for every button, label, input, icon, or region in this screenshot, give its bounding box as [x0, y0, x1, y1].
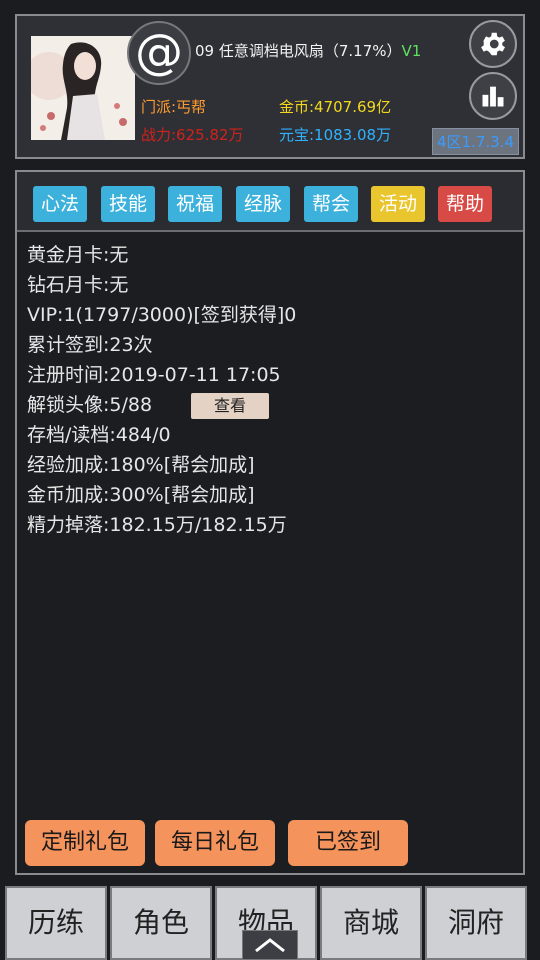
at-badge[interactable]: @ [127, 21, 191, 85]
stats-button[interactable] [469, 72, 517, 120]
energy-row: 精力掉落:182.15万/182.15万 [27, 514, 287, 536]
player-name-text: 09 任意调档电风扇（7.17%） [195, 42, 402, 60]
tab-events[interactable]: 活动 [371, 186, 426, 222]
info-list: 黄金月卡:无 钻石月卡:无 VIP:1(1797/3000)[签到获得]0 累计… [27, 240, 296, 540]
yuanbao-label: 元宝:1083.08万 [279, 126, 392, 144]
chevron-up-icon [255, 938, 285, 953]
nav-cave[interactable]: 洞府 [425, 886, 527, 960]
view-avatars-button[interactable]: 查看 [191, 393, 269, 419]
gold-card-row: 黄金月卡:无 [27, 244, 129, 266]
custom-gift-button[interactable]: 定制礼包 [25, 820, 145, 866]
tab-meridians[interactable]: 经脉 [236, 186, 291, 222]
tab-blessing[interactable]: 祝福 [168, 186, 223, 222]
avatars-row: 解锁头像:5/88 查看 [27, 390, 296, 420]
diamond-card-row: 钻石月卡:无 [27, 274, 129, 296]
register-row: 注册时间:2019-07-11 17:05 [27, 364, 281, 386]
bar-chart-icon [482, 86, 504, 107]
vip-row: VIP:1(1797/3000)[签到获得]0 [27, 304, 297, 326]
daily-gift-button[interactable]: 每日礼包 [155, 820, 275, 866]
tab-xinfa[interactable]: 心法 [33, 186, 88, 222]
checkin-row: 累计签到:23次 [27, 334, 153, 356]
server-tag: 4区1.7.3.4 [431, 128, 519, 155]
portrait-image [31, 36, 135, 140]
tab-help[interactable]: 帮助 [438, 186, 493, 222]
saves-row: 存档/读档:484/0 [27, 424, 171, 446]
pull-up-handle[interactable] [242, 930, 298, 960]
gold-label: 金币:4707.69亿 [279, 98, 392, 116]
avatars-text: 解锁头像:5/88 [27, 394, 153, 416]
signed-in-button[interactable]: 已签到 [288, 820, 408, 866]
sect-label: 门派:丐帮 [141, 98, 207, 116]
player-name: 09 任意调档电风扇（7.17%）V1 [195, 40, 421, 61]
exp-bonus-row: 经验加成:180%[帮会加成] [27, 454, 255, 476]
gold-bonus-row: 金币加成:300%[帮会加成] [27, 484, 255, 506]
tab-bar: 心法 技能 祝福 经脉 帮会 活动 帮助 [17, 172, 523, 232]
tab-guild[interactable]: 帮会 [304, 186, 359, 222]
nav-character[interactable]: 角色 [110, 886, 212, 960]
player-avatar[interactable] [31, 36, 135, 140]
tab-skills[interactable]: 技能 [101, 186, 156, 222]
power-label: 战力:625.82万 [141, 126, 244, 144]
nav-shop[interactable]: 商城 [320, 886, 422, 960]
nav-training[interactable]: 历练 [5, 886, 107, 960]
settings-button[interactable] [469, 20, 517, 68]
gear-icon [481, 32, 505, 56]
vip-level: V1 [401, 42, 422, 60]
info-panel: 心法 技能 祝福 经脉 帮会 活动 帮助 黄金月卡:无 钻石月卡:无 VIP:1… [15, 170, 525, 875]
player-header: @ 09 任意调档电风扇（7.17%）V1 门派:丐帮 战力:625.82万 金… [15, 14, 525, 159]
